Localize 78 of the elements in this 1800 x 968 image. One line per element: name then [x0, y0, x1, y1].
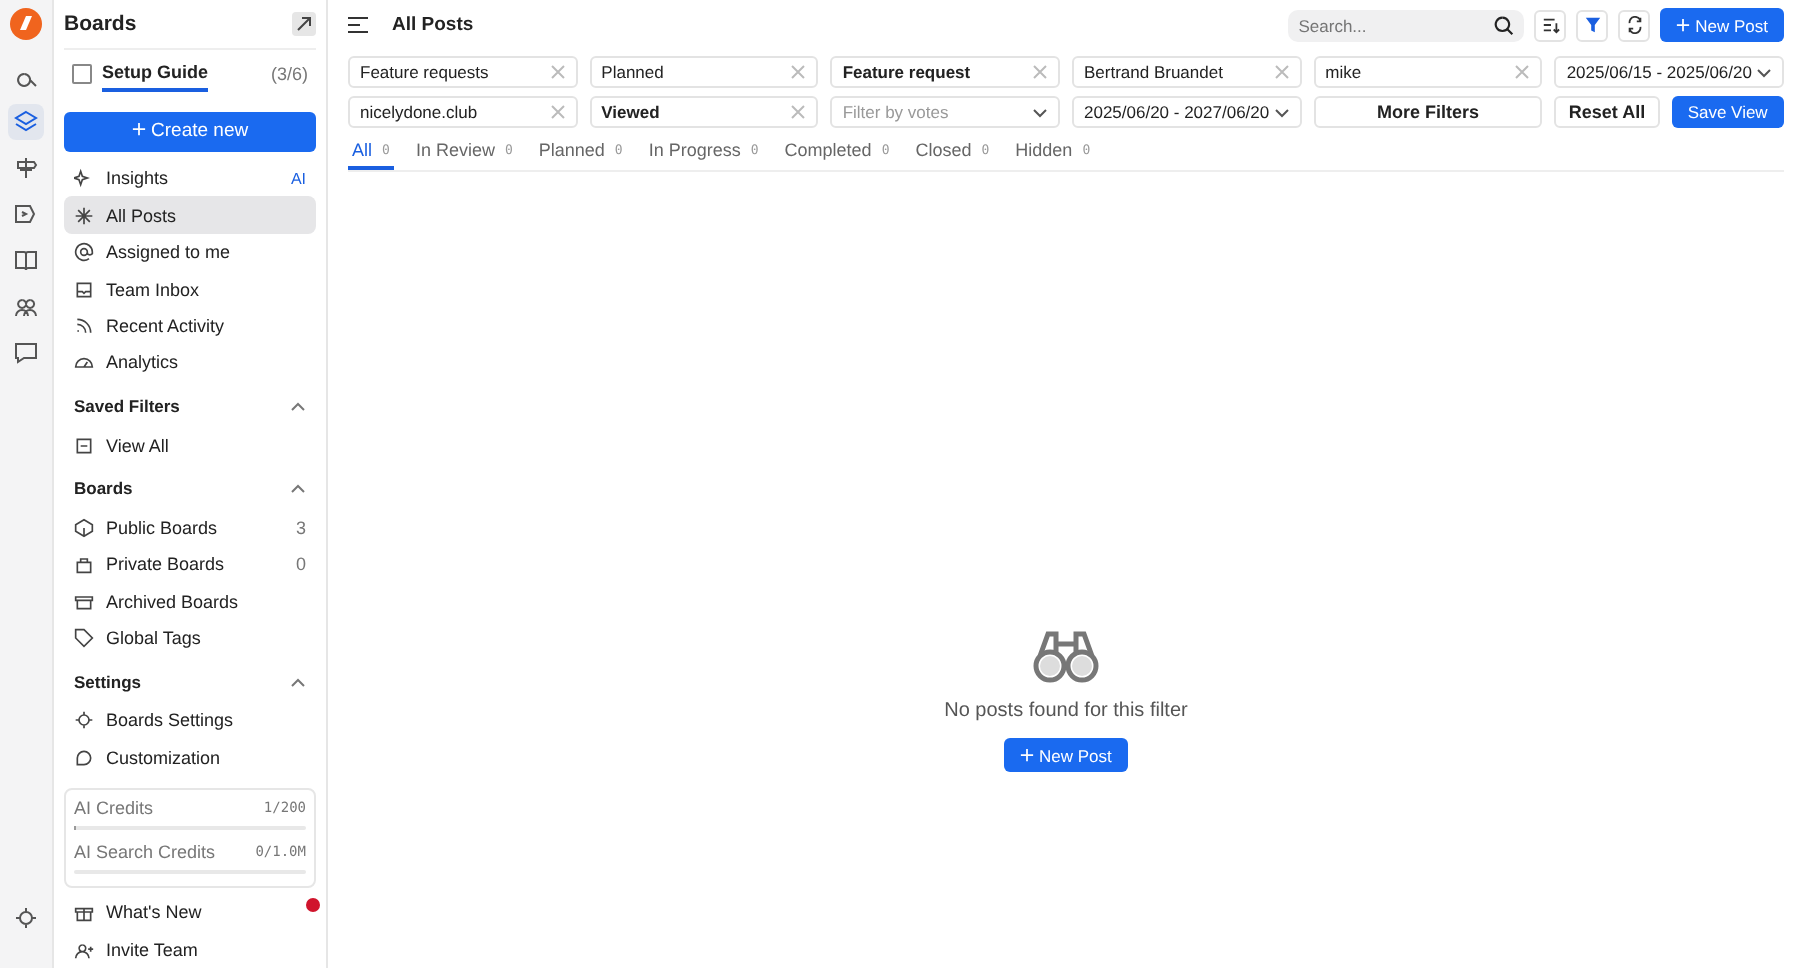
- plus-icon: [1020, 747, 1035, 761]
- filter-field[interactable]: Feature request: [830, 56, 1060, 88]
- nav-icon: [74, 205, 94, 226]
- nav-icon: [74, 628, 94, 649]
- progress-count: (3/6): [270, 64, 308, 85]
- filter-field[interactable]: nicelydone.club: [348, 96, 578, 128]
- layers-icon[interactable]: [8, 104, 44, 140]
- dropdown[interactable]: 2025/06/15 - 2025/06/20: [1554, 56, 1784, 88]
- sidebar-item[interactable]: All Posts: [64, 196, 316, 234]
- chevron-icon[interactable]: [290, 482, 306, 495]
- sidebar-item[interactable]: Private Boards 0: [64, 545, 316, 583]
- sidebar-item[interactable]: What's New: [64, 894, 316, 932]
- dropdown[interactable]: 2025/06/20 - 2027/06/20: [1071, 96, 1302, 128]
- sidebar-item[interactable]: Customization: [64, 739, 316, 777]
- nav-icon: [74, 517, 94, 538]
- logo-icon: [10, 8, 42, 40]
- nav-icon: [74, 710, 94, 731]
- sort-icon[interactable]: [1534, 9, 1567, 41]
- nav-icon: [74, 591, 94, 612]
- binoculars-icon: [1032, 628, 1100, 684]
- refresh-icon[interactable]: [1618, 9, 1651, 41]
- chevron-icon: [1031, 107, 1048, 117]
- new-post-button[interactable]: New Post: [1004, 738, 1128, 772]
- nav-icon: [74, 168, 94, 189]
- filter-field[interactable]: Planned: [589, 56, 819, 88]
- page-title: All Posts: [392, 14, 474, 36]
- plus-icon: [1676, 17, 1691, 31]
- create-new-button[interactable]: Create new: [64, 112, 316, 152]
- section-title: Settings: [74, 671, 142, 692]
- filter-field[interactable]: mike: [1313, 56, 1543, 88]
- count: 0: [295, 554, 306, 575]
- credit-label: AI Credits: [74, 798, 154, 819]
- nav-icon: [74, 279, 94, 300]
- gift-icon: [74, 902, 94, 923]
- sidebar-item[interactable]: Analytics: [64, 344, 316, 382]
- plus-icon: [131, 122, 146, 137]
- ai-label: AI: [290, 169, 306, 188]
- setup-guide-link[interactable]: Setup Guide: [102, 56, 209, 93]
- count: 3: [295, 517, 306, 538]
- filter-field[interactable]: Viewed: [589, 96, 819, 128]
- sidebar-item[interactable]: Global Tags: [64, 619, 316, 657]
- nav-icon: [74, 747, 94, 768]
- chevron-icon: [1755, 67, 1772, 77]
- more-filters-button[interactable]: More Filters: [1313, 96, 1543, 128]
- nav-icon: [74, 435, 94, 456]
- nav-icon: [74, 352, 94, 373]
- sidebar-item[interactable]: Invite Team: [64, 931, 316, 968]
- filter-icon[interactable]: [1576, 9, 1609, 41]
- sidebar-item[interactable]: Assigned to me: [64, 233, 316, 271]
- nav-icon: [74, 316, 94, 336]
- chevron-icon[interactable]: [290, 675, 306, 688]
- expand-icon[interactable]: [292, 11, 316, 36]
- save-view-button[interactable]: Save View: [1671, 96, 1784, 128]
- credit-label: AI Search Credits: [74, 842, 216, 863]
- search-field[interactable]: Search...: [1288, 9, 1525, 41]
- filter-field[interactable]: Feature requests: [348, 56, 578, 88]
- chevron-icon: [1273, 107, 1290, 117]
- section-title: Saved Filters: [74, 396, 180, 417]
- sidebar-item[interactable]: Insights AI: [64, 159, 316, 197]
- checkbox[interactable]: [72, 64, 92, 85]
- filter-field[interactable]: Bertrand Bruandet: [1071, 56, 1302, 88]
- menu-icon[interactable]: [348, 16, 370, 34]
- user-plus-icon: [74, 939, 94, 960]
- new-post-button[interactable]: New Post: [1660, 8, 1784, 42]
- sidebar-item[interactable]: View All: [64, 426, 316, 464]
- nav-icon: [74, 242, 94, 263]
- empty-message: No posts found for this filter: [944, 700, 1188, 722]
- search-icon[interactable]: [1494, 15, 1515, 35]
- sidebar-item[interactable]: Public Boards 3: [64, 509, 316, 546]
- sidebar-title: Boards: [64, 11, 137, 36]
- section-title: Boards: [74, 478, 133, 499]
- reset-all-button[interactable]: Reset All: [1554, 96, 1660, 128]
- sidebar-item[interactable]: Archived Boards: [64, 582, 316, 620]
- sidebar-item[interactable]: Recent Activity: [64, 307, 316, 345]
- sidebar-item[interactable]: Team Inbox: [64, 270, 316, 308]
- sidebar-item[interactable]: Boards Settings: [64, 702, 316, 740]
- chevron-icon[interactable]: [290, 400, 306, 413]
- nav-icon: [74, 554, 94, 575]
